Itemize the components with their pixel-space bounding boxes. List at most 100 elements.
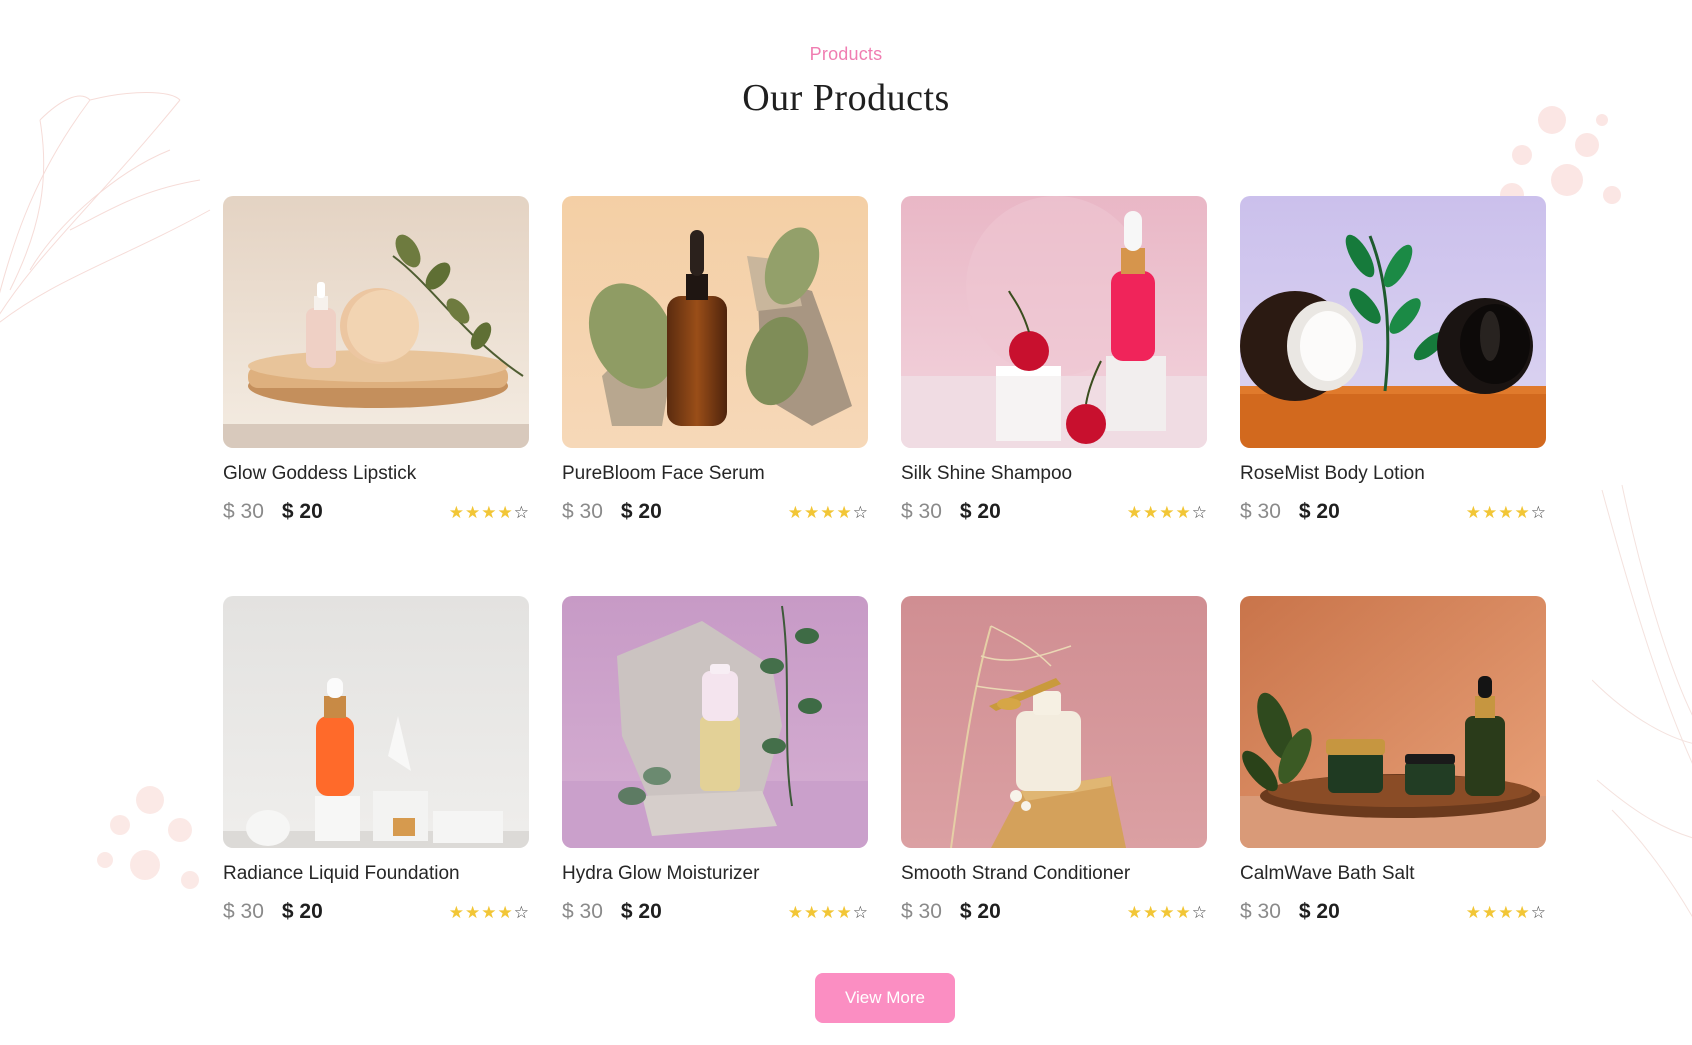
product-name[interactable]: Silk Shine Shampoo	[901, 463, 1207, 487]
products-page: Products Our Products Glow Goddess Lipst…	[0, 0, 1692, 1045]
product-meta: $ 30 $ 20 ★ ★ ★ ★ ☆	[1240, 898, 1546, 926]
product-prices: $ 30 $ 20	[901, 900, 1001, 924]
star-outline-icon: ☆	[852, 502, 868, 522]
sale-price: $ 20	[959, 500, 1001, 523]
star-filled-icon: ★	[1126, 902, 1142, 922]
sale-price: $ 20	[1298, 900, 1340, 923]
view-more-button[interactable]: View More	[815, 973, 955, 1023]
product-card[interactable]: Hydra Glow Moisturizer $ 30 $ 20 ★ ★ ★ ★…	[562, 596, 868, 996]
star-filled-icon: ★	[1175, 902, 1191, 922]
product-name[interactable]: Smooth Strand Conditioner	[901, 863, 1207, 887]
star-filled-icon: ★	[481, 902, 497, 922]
product-prices: $ 30 $ 20	[223, 500, 323, 524]
product-card[interactable]: Glow Goddess Lipstick $ 30 $ 20 ★ ★ ★ ★ …	[223, 196, 529, 596]
old-price: $ 30	[223, 900, 264, 923]
product-image[interactable]	[223, 196, 529, 448]
star-outline-icon: ☆	[513, 902, 529, 922]
star-filled-icon: ★	[836, 902, 852, 922]
decorative-dots	[97, 786, 199, 889]
product-name[interactable]: Hydra Glow Moisturizer	[562, 863, 868, 887]
product-prices: $ 30 $ 20	[562, 900, 662, 924]
star-filled-icon: ★	[1514, 502, 1530, 522]
star-filled-icon: ★	[465, 502, 481, 522]
section-eyebrow: Products	[809, 44, 883, 64]
star-rating: ★ ★ ★ ★ ☆	[1466, 904, 1546, 921]
old-price: $ 30	[901, 900, 942, 923]
product-image[interactable]	[901, 596, 1207, 848]
star-filled-icon: ★	[1465, 502, 1481, 522]
sale-price: $ 20	[1298, 500, 1340, 523]
sale-price: $ 20	[281, 900, 323, 923]
star-filled-icon: ★	[1126, 502, 1142, 522]
star-filled-icon: ★	[1143, 502, 1159, 522]
product-card[interactable]: PureBloom Face Serum $ 30 $ 20 ★ ★ ★ ★ ☆	[562, 196, 868, 596]
product-name[interactable]: RoseMist Body Lotion	[1240, 463, 1546, 487]
star-rating: ★ ★ ★ ★ ☆	[1127, 504, 1207, 521]
product-meta: $ 30 $ 20 ★ ★ ★ ★ ☆	[562, 498, 868, 526]
product-name[interactable]: Radiance Liquid Foundation	[223, 863, 529, 887]
star-rating: ★ ★ ★ ★ ☆	[788, 504, 868, 521]
star-filled-icon: ★	[1143, 902, 1159, 922]
star-outline-icon: ☆	[1191, 502, 1207, 522]
product-meta: $ 30 $ 20 ★ ★ ★ ★ ☆	[223, 898, 529, 926]
product-meta: $ 30 $ 20 ★ ★ ★ ★ ☆	[223, 498, 529, 526]
star-outline-icon: ☆	[1530, 502, 1546, 522]
star-filled-icon: ★	[820, 902, 836, 922]
product-image[interactable]	[1240, 196, 1546, 448]
old-price: $ 30	[223, 500, 264, 523]
product-prices: $ 30 $ 20	[1240, 900, 1340, 924]
product-card[interactable]: Silk Shine Shampoo $ 30 $ 20 ★ ★ ★ ★ ☆	[901, 196, 1207, 596]
star-filled-icon: ★	[1175, 502, 1191, 522]
old-price: $ 30	[1240, 900, 1281, 923]
old-price: $ 30	[562, 900, 603, 923]
star-filled-icon: ★	[836, 502, 852, 522]
product-image[interactable]	[223, 596, 529, 848]
star-filled-icon: ★	[448, 902, 464, 922]
star-filled-icon: ★	[1159, 902, 1175, 922]
star-filled-icon: ★	[448, 502, 464, 522]
star-filled-icon: ★	[465, 902, 481, 922]
star-rating: ★ ★ ★ ★ ☆	[788, 904, 868, 921]
product-prices: $ 30 $ 20	[223, 900, 323, 924]
star-filled-icon: ★	[1514, 902, 1530, 922]
product-image[interactable]	[562, 196, 868, 448]
star-filled-icon: ★	[804, 902, 820, 922]
product-card[interactable]: Smooth Strand Conditioner $ 30 $ 20 ★ ★ …	[901, 596, 1207, 996]
product-prices: $ 30 $ 20	[562, 500, 662, 524]
product-image[interactable]	[901, 196, 1207, 448]
product-prices: $ 30 $ 20	[1240, 500, 1340, 524]
product-image[interactable]	[1240, 596, 1546, 848]
decorative-line-outline	[1592, 484, 1692, 918]
star-outline-icon: ☆	[852, 902, 868, 922]
product-image[interactable]	[562, 596, 868, 848]
star-filled-icon: ★	[1482, 902, 1498, 922]
star-outline-icon: ☆	[513, 502, 529, 522]
old-price: $ 30	[901, 500, 942, 523]
star-filled-icon: ★	[1159, 502, 1175, 522]
product-name[interactable]: CalmWave Bath Salt	[1240, 863, 1546, 887]
product-meta: $ 30 $ 20 ★ ★ ★ ★ ☆	[901, 898, 1207, 926]
star-filled-icon: ★	[481, 502, 497, 522]
product-name[interactable]: Glow Goddess Lipstick	[223, 463, 529, 487]
star-filled-icon: ★	[787, 902, 803, 922]
star-rating: ★ ★ ★ ★ ☆	[1466, 504, 1546, 521]
star-rating: ★ ★ ★ ★ ☆	[449, 504, 529, 521]
star-rating: ★ ★ ★ ★ ☆	[1127, 904, 1207, 921]
product-card[interactable]: CalmWave Bath Salt $ 30 $ 20 ★ ★ ★ ★ ☆	[1240, 596, 1546, 996]
old-price: $ 30	[562, 500, 603, 523]
star-outline-icon: ☆	[1191, 902, 1207, 922]
product-prices: $ 30 $ 20	[901, 500, 1001, 524]
star-rating: ★ ★ ★ ★ ☆	[449, 904, 529, 921]
section-title: Our Products	[742, 77, 950, 119]
star-filled-icon: ★	[787, 502, 803, 522]
star-filled-icon: ★	[1465, 902, 1481, 922]
product-meta: $ 30 $ 20 ★ ★ ★ ★ ☆	[901, 498, 1207, 526]
star-filled-icon: ★	[1498, 502, 1514, 522]
product-meta: $ 30 $ 20 ★ ★ ★ ★ ☆	[562, 898, 868, 926]
star-filled-icon: ★	[497, 902, 513, 922]
sale-price: $ 20	[281, 500, 323, 523]
product-name[interactable]: PureBloom Face Serum	[562, 463, 868, 487]
product-card[interactable]: Radiance Liquid Foundation $ 30 $ 20 ★ ★…	[223, 596, 529, 996]
product-card[interactable]: RoseMist Body Lotion $ 30 $ 20 ★ ★ ★ ★ ☆	[1240, 196, 1546, 596]
star-filled-icon: ★	[1482, 502, 1498, 522]
